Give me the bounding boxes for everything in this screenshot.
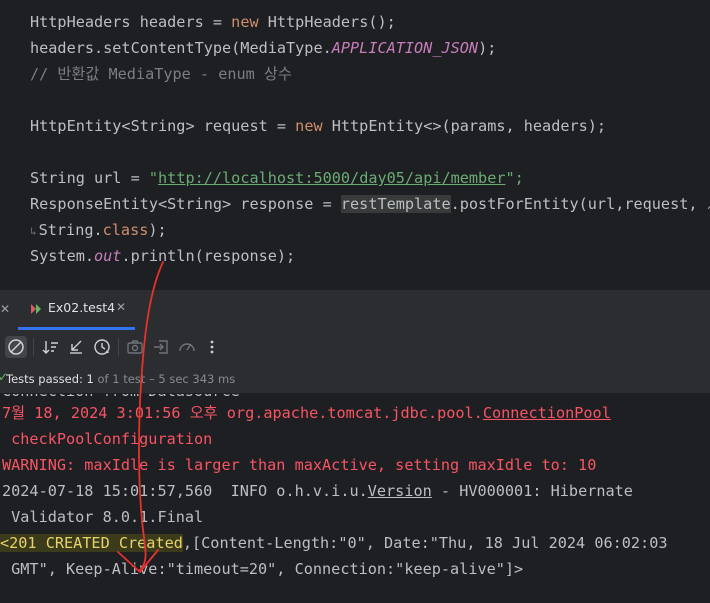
toolbar-separator xyxy=(33,338,34,356)
wrap-continuation-icon: ↳ xyxy=(30,225,37,238)
tab-bar: ✕ Ex02.test4 ✕ xyxy=(0,290,710,330)
console-line: Validator 8.0.1.Final xyxy=(2,508,204,526)
rest-template-ref[interactable]: restTemplate xyxy=(340,195,451,213)
tab-label: Ex02.test4 xyxy=(48,300,116,315)
console-line: WARNING: maxIdle is larger than maxActiv… xyxy=(2,456,597,474)
tab-ex02-test4[interactable]: Ex02.test4 ✕ xyxy=(18,290,135,330)
code-comment[interactable]: // 반환값 MediaType - enum 상수 xyxy=(30,61,292,87)
gauge-icon[interactable] xyxy=(176,336,198,358)
tab-close-icon[interactable]: ✕ xyxy=(116,300,126,314)
run-tool-window: ✕ Ex02.test4 ✕ ✓ Tests passed: 1 of 1 te… xyxy=(0,290,710,603)
code-line-wrap[interactable]: ↳ String.class); xyxy=(30,217,167,243)
active-tab-indicator xyxy=(18,327,135,330)
close-icon[interactable]: ✕ xyxy=(0,302,10,316)
import-icon[interactable] xyxy=(150,336,172,358)
class-link[interactable]: ConnectionPool xyxy=(483,404,611,422)
stop-icon[interactable] xyxy=(5,336,27,358)
camera-icon[interactable] xyxy=(124,336,146,358)
code-line-url[interactable]: String url = "http://localhost:5000/day0… xyxy=(30,165,524,191)
test-status-bar: ✓ Tests passed: 1 of 1 test – 5 sec 343 … xyxy=(0,366,710,394)
test-status-text: Tests passed: 1 of 1 test – 5 sec 343 ms xyxy=(6,372,236,386)
toolbar-separator xyxy=(118,338,119,356)
code-line-2[interactable]: headers.setContentType(MediaType.APPLICA… xyxy=(30,35,496,61)
class-link[interactable]: Version xyxy=(368,482,432,500)
sort-icon[interactable] xyxy=(40,336,62,358)
collapse-icon[interactable] xyxy=(65,336,87,358)
test-toolbar xyxy=(0,333,710,363)
code-line-1[interactable]: HttpHeaders headers = new HttpHeaders(); xyxy=(30,9,396,35)
console-line: GMT", Keep-Alive:"timeout=20", Connectio… xyxy=(2,560,524,578)
console-output[interactable]: Connection from Datasource 7월 18, 2024 3… xyxy=(0,394,710,603)
code-line-println[interactable]: System.out.println(response); xyxy=(30,243,295,269)
test-run-icon xyxy=(31,304,41,314)
console-line-response: <201 CREATED Created,[Content-Length:"0"… xyxy=(0,534,668,552)
response-status-highlight: <201 CREATED Created xyxy=(0,534,183,552)
more-options-icon[interactable] xyxy=(201,336,223,358)
console-line: checkPoolConfiguration xyxy=(2,430,213,448)
console-line: 2024-07-18 15:01:57,560 INFO o.h.v.i.u.V… xyxy=(2,482,633,500)
code-line-response[interactable]: ResponseEntity<String> response = restTe… xyxy=(30,191,710,217)
console-line: 7월 18, 2024 3:01:56 오후 org.apache.tomcat… xyxy=(2,404,611,422)
url-link[interactable]: http://localhost:5000/day05/api/member xyxy=(158,169,505,187)
code-line-4[interactable]: HttpEntity<String> request = new HttpEnt… xyxy=(30,113,606,139)
history-icon[interactable] xyxy=(91,336,113,358)
code-editor[interactable]: HttpHeaders headers = new HttpHeaders();… xyxy=(0,0,710,290)
